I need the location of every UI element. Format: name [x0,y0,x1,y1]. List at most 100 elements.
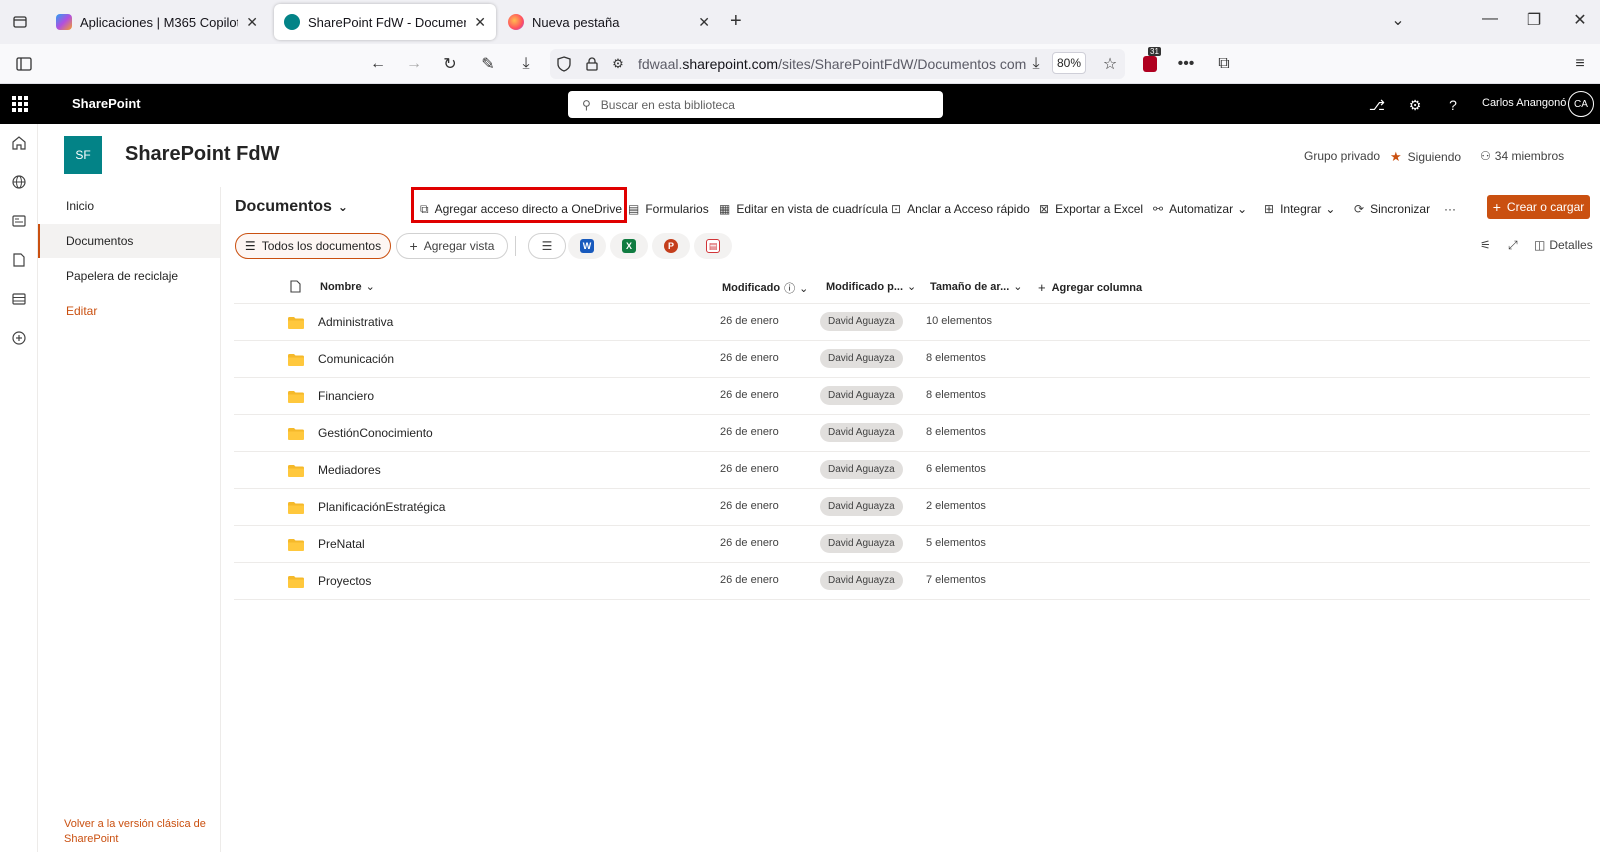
extension-badge-icon[interactable]: 31 [1138,47,1162,76]
restore-icon[interactable]: ❐ [1522,10,1546,30]
nav-item-documentos[interactable]: Documentos [38,224,220,258]
folder-name-link[interactable]: Financiero [318,389,374,403]
extensions-icon[interactable]: ⧉ [1212,52,1236,76]
filter-pdf-button[interactable]: ▤ [694,233,732,259]
user-name[interactable]: Carlos Anangonó [1482,97,1566,109]
modified-by-chip[interactable]: David Aguayza [820,534,903,553]
permissions-icon[interactable]: ⚙ [606,52,630,76]
table-row[interactable]: PreNatal 26 de enero David Aguayza 5 elemen… [234,526,1590,563]
sync-button[interactable]: ⟳ Sincronizar [1354,200,1430,218]
filter-excel-button[interactable]: X [610,233,648,259]
pin-quick-access-button[interactable]: ⊡ Anclar a Acceso rápido [891,200,1030,218]
site-title[interactable]: SharePoint FdW [125,143,279,166]
column-header-modified[interactable]: Modificado ⓘ ⌄ [722,280,808,296]
add-shortcut-onedrive-button[interactable]: ⧉ Agregar acceso directo a OneDrive [420,200,622,218]
help-icon[interactable]: ? [1442,94,1464,116]
new-tab-button[interactable]: + [730,10,742,33]
list-icon[interactable] [10,290,28,308]
site-logo[interactable]: SF [64,136,102,174]
create-upload-button[interactable]: + Crear o cargar [1487,195,1590,219]
news-icon[interactable] [10,212,28,230]
folder-name-link[interactable]: Proyectos [318,574,371,588]
download-icon[interactable]: ⤓ [514,52,538,76]
modified-by-chip[interactable]: David Aguayza [820,571,903,590]
column-header-size[interactable]: Tamaño de ar... ⌄ [930,280,1023,294]
column-header-modified-by[interactable]: Modificado p... ⌄ [826,280,916,294]
table-row[interactable]: PlanificaciónEstratégica 26 de enero David… [234,489,1590,526]
view-all-documents[interactable]: ☰ Todos los documentos [235,233,391,259]
bookmark-star-icon[interactable]: ☆ [1098,52,1122,76]
tab-sharepoint[interactable]: SharePoint FdW - Documentos ✕ [274,4,496,40]
folder-name-link[interactable]: Comunicación [318,352,394,366]
search-input[interactable]: ⚲ Buscar en esta biblioteca [568,91,943,118]
edit-grid-view-button[interactable]: ▦ Editar en vista de cuadrícula [719,200,888,218]
more-tools-icon[interactable]: ••• [1174,52,1198,76]
table-row[interactable]: Administrativa 26 de enero David Aguayza 10… [234,304,1590,341]
app-launcher-icon[interactable] [12,96,28,112]
home-icon[interactable] [10,134,28,152]
globe-icon[interactable] [10,173,28,191]
folder-name-link[interactable]: Administrativa [318,315,393,329]
avatar[interactable]: CA [1568,91,1594,117]
reload-icon[interactable]: ↻ [438,52,462,76]
nav-item-papelera[interactable]: Papelera de reciclaje [38,259,220,293]
nav-edit-link[interactable]: Editar [38,294,220,328]
close-icon[interactable]: ✕ [246,14,258,31]
share-network-icon[interactable]: ⎇ [1366,94,1388,116]
file-type-header-icon[interactable] [290,280,301,293]
modified-by-chip[interactable]: David Aguayza [820,423,903,442]
column-header-name[interactable]: Nombre ⌄ [320,280,375,294]
extension-pen-icon[interactable]: ✎ [476,52,500,76]
close-icon[interactable]: ✕ [698,14,710,31]
export-excel-button[interactable]: ⊠ Exportar a Excel [1039,200,1143,218]
folder-name-link[interactable]: PreNatal [318,537,365,551]
expand-icon[interactable]: ⤢ [1508,238,1518,253]
classic-experience-link[interactable]: Volver a la versión clásica de SharePoin… [64,817,214,847]
zoom-level[interactable]: 80% [1052,52,1086,74]
folder-name-link[interactable]: Mediadores [318,463,381,477]
modified-by-chip[interactable]: David Aguayza [820,386,903,405]
modified-by-chip[interactable]: David Aguayza [820,460,903,479]
nav-item-inicio[interactable]: Inicio [38,189,220,223]
tab-list-icon[interactable] [8,10,32,34]
table-row[interactable]: GestiónConocimiento 26 de enero David Agua… [234,415,1590,452]
library-title[interactable]: Documentos ⌄ [235,198,348,216]
forms-button[interactable]: ▤ Formularios [628,200,709,218]
tab-m365-copilot[interactable]: Aplicaciones | M365 Copilot ✕ [46,4,268,40]
details-pane-button[interactable]: ◫ Detalles [1534,238,1593,252]
folder-name-link[interactable]: PlanificaciónEstratégica [318,500,445,514]
close-icon[interactable]: ✕ [474,14,486,31]
back-icon[interactable]: ← [366,52,390,76]
suite-brand[interactable]: SharePoint [72,96,141,111]
table-row[interactable]: Mediadores 26 de enero David Aguayza 6 elem… [234,452,1590,489]
minimize-icon[interactable]: — [1478,10,1502,28]
modified-by-chip[interactable]: David Aguayza [820,349,903,368]
integrate-menu[interactable]: ⊞ Integrar ⌄ [1264,200,1335,218]
table-row[interactable]: Financiero 26 de enero David Aguayza 8 elem… [234,378,1590,415]
members-button[interactable]: ⚇ 34 miembros [1480,149,1564,163]
menu-icon[interactable]: ≡ [1568,52,1592,76]
add-view-button[interactable]: + Agregar vista [396,233,508,259]
filter-word-button[interactable]: W [568,233,606,259]
more-commands-button[interactable]: ··· [1444,200,1456,218]
sidebar-toggle-icon[interactable] [12,52,36,76]
automate-menu[interactable]: ⚯ Automatizar ⌄ [1153,200,1247,218]
shield-icon[interactable] [552,52,576,76]
table-row[interactable]: Comunicación 26 de enero David Aguayza 8 el… [234,341,1590,378]
filter-button[interactable]: ☰ [528,233,566,259]
tab-new-tab[interactable]: Nueva pestaña ✕ [498,4,720,40]
modified-by-chip[interactable]: David Aguayza [820,312,903,331]
file-icon[interactable] [10,251,28,269]
modified-by-chip[interactable]: David Aguayza [820,497,903,516]
gear-icon[interactable]: ⚙ [1404,94,1426,116]
follow-button[interactable]: ★ Siguiendo [1390,149,1461,165]
folder-name-link[interactable]: GestiónConocimiento [318,426,433,440]
forward-icon[interactable]: → [402,52,426,76]
table-row[interactable]: Proyectos 26 de enero David Aguayza 7 eleme… [234,563,1590,600]
chevron-down-icon[interactable]: ⌄ [1386,10,1410,30]
view-options-icon[interactable]: ⚟ [1480,238,1491,252]
save-page-icon[interactable]: ⤓ [1024,52,1048,76]
window-close-icon[interactable]: ✕ [1568,10,1592,30]
add-circle-icon[interactable] [10,329,28,347]
add-column-button[interactable]: + Agregar columna [1038,280,1142,295]
